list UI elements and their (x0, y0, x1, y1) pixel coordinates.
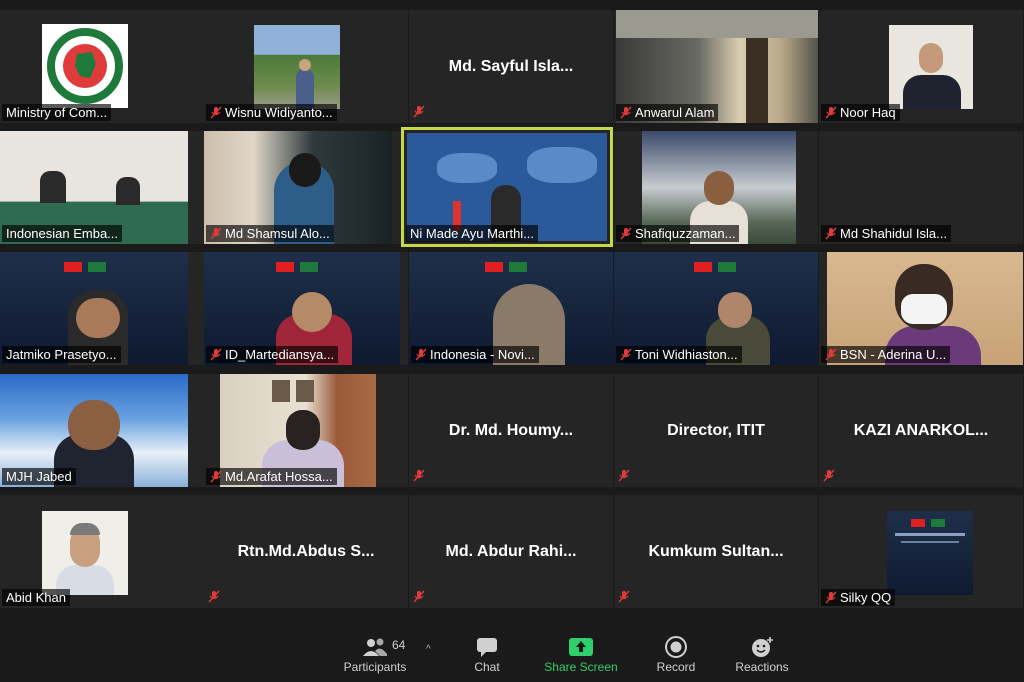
reactions-icon (732, 634, 792, 660)
participant-tile[interactable]: Md. Sayful Isla... (409, 10, 613, 123)
mic-muted-icon (413, 590, 425, 603)
mic-muted-icon (823, 469, 835, 482)
chat-icon (466, 634, 508, 660)
reactions-button[interactable]: Reactions (732, 634, 792, 674)
participant-name: Noor Haq (821, 104, 900, 121)
participant-tile[interactable]: KAZI ANARKOL... (819, 374, 1023, 487)
participant-name: Md Shahidul Isla... (821, 225, 951, 242)
mic-muted-icon (620, 227, 632, 240)
participant-tile[interactable]: Indonesia - Novi... (409, 252, 613, 365)
participant-name: Md Shamsul Alo... (206, 225, 334, 242)
participant-name: Anwarul Alam (616, 104, 719, 121)
participant-name: Ni Made Ayu Marthi... (406, 225, 539, 242)
participant-tile[interactable]: Dr. Md. Houmy... (409, 374, 613, 487)
participant-tile[interactable]: Indonesian Emba... (0, 131, 204, 244)
participant-name: ID_Martediansya... (206, 346, 339, 363)
mic-muted-icon (825, 591, 837, 604)
participants-label: Participants (343, 660, 407, 674)
participant-name-center: KAZI ANARKOL... (853, 421, 989, 439)
participant-tile[interactable]: Toni Widhiaston... (614, 252, 818, 365)
record-icon (652, 634, 700, 660)
participant-name-center: Md. Sayful Isla... (448, 57, 574, 75)
record-label: Record (656, 660, 696, 674)
chat-label: Chat (474, 660, 500, 674)
participant-tile[interactable]: Wisnu Widiyanto... (204, 10, 408, 123)
participant-tile[interactable]: Md Shamsul Alo... (204, 131, 408, 244)
participant-name-center: Kumkum Sultan... (648, 542, 784, 560)
mic-muted-icon (415, 348, 427, 361)
mic-muted-icon (825, 348, 837, 361)
participant-tile[interactable]: Anwarul Alam (614, 10, 818, 123)
mic-muted-icon (208, 590, 220, 603)
participant-name: Indonesian Emba... (2, 225, 123, 242)
share-screen-button[interactable]: Share Screen (540, 634, 622, 674)
participant-tile[interactable]: Noor Haq (819, 10, 1023, 123)
mic-muted-icon (210, 348, 222, 361)
share-screen-icon (540, 634, 622, 660)
meeting-toolbar: Participants 64 ^ Chat Share Screen Reco… (0, 620, 1024, 682)
participant-name: Md.Arafat Hossa... (206, 468, 337, 485)
participant-tile[interactable]: Md.Arafat Hossa... (204, 374, 408, 487)
participant-tile[interactable]: Kumkum Sultan... (614, 495, 818, 608)
participant-name: Shafiquzzaman... (616, 225, 740, 242)
participant-name-center: Director, ITIT (667, 421, 765, 439)
participant-tile[interactable]: Jatmiko Prasetyo... (0, 252, 204, 365)
mic-muted-icon (825, 106, 837, 119)
chat-button[interactable]: Chat (466, 634, 508, 674)
participant-tile[interactable]: Ministry of Com... (0, 10, 204, 123)
participant-tile[interactable]: MJH Jabed (0, 374, 204, 487)
participant-tile[interactable]: Director, ITIT (614, 374, 818, 487)
participant-tile[interactable]: Shafiquzzaman... (614, 131, 818, 244)
share-screen-label: Share Screen (544, 660, 618, 674)
participant-name: Indonesia - Novi... (411, 346, 539, 363)
mic-muted-icon (620, 348, 632, 361)
mic-muted-icon (210, 106, 222, 119)
mic-muted-icon (413, 469, 425, 482)
participant-tile-active-speaker[interactable]: Ni Made Ayu Marthi... (401, 127, 613, 247)
participant-name: Jatmiko Prasetyo... (2, 346, 121, 363)
participant-video (42, 511, 128, 595)
participant-tile[interactable]: Abid Khan (0, 495, 204, 608)
mic-muted-icon (413, 105, 425, 118)
participant-video (889, 25, 973, 109)
participant-name: Wisnu Widiyanto... (206, 104, 337, 121)
reactions-label: Reactions (735, 660, 789, 674)
participant-tile[interactable]: ID_Martediansya... (204, 252, 408, 365)
participant-name: Ministry of Com... (2, 104, 112, 121)
participant-name-center: Dr. Md. Houmy... (448, 421, 574, 439)
mic-muted-icon (620, 106, 632, 119)
participant-video (254, 25, 340, 109)
mic-muted-icon (618, 590, 630, 603)
participant-name-center: Rtn.Md.Abdus S... (237, 542, 375, 560)
mic-muted-icon (618, 469, 630, 482)
gallery-grid: Ministry of Com... Wisnu Widiyanto... Md… (0, 0, 1024, 620)
mic-muted-icon (210, 227, 222, 240)
participant-name-center: Md. Abdur Rahi... (445, 542, 577, 560)
mic-muted-icon (825, 227, 837, 240)
participant-tile[interactable]: Rtn.Md.Abdus S... (204, 495, 408, 608)
participant-count: 64 (392, 638, 406, 652)
participant-tile[interactable]: Md Shahidul Isla... (819, 131, 1023, 244)
participant-name: BSN - Aderina U... (821, 346, 951, 363)
participant-name: MJH Jabed (2, 468, 76, 485)
record-button[interactable]: Record (652, 634, 700, 674)
mic-muted-icon (210, 470, 222, 483)
participant-name: Silky QQ (821, 589, 896, 606)
participant-tile[interactable]: BSN - Aderina U... (819, 252, 1023, 365)
participant-logo (42, 24, 128, 108)
participant-name: Abid Khan (2, 589, 70, 606)
chevron-up-icon[interactable]: ^ (426, 644, 431, 655)
participant-tile[interactable]: Silky QQ (819, 495, 1023, 608)
participant-name: Toni Widhiaston... (616, 346, 742, 363)
participant-tile[interactable]: Md. Abdur Rahi... (409, 495, 613, 608)
participant-video (887, 511, 973, 595)
